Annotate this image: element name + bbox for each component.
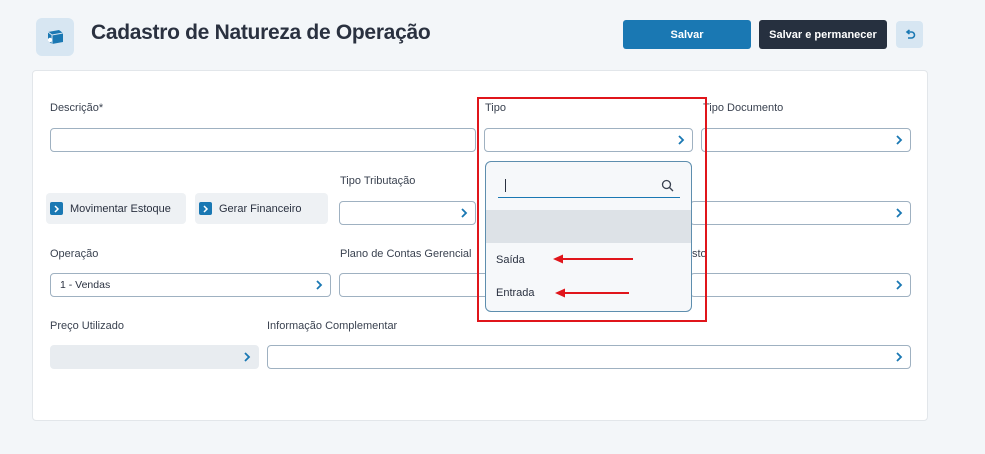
movimentar-estoque-label: Movimentar Estoque [70, 202, 171, 215]
row3-right-select[interactable] [690, 273, 911, 297]
chevron-right-icon [894, 280, 904, 290]
movimentar-estoque-toggle[interactable]: Movimentar Estoque [46, 193, 186, 224]
tipo-documento-select[interactable] [701, 128, 911, 152]
chevron-right-icon [894, 135, 904, 145]
operacao-label: Operação [50, 248, 99, 260]
save-and-stay-button[interactable]: Salvar e permanecer [759, 20, 887, 49]
info-input[interactable] [267, 345, 911, 369]
chevron-right-icon [50, 202, 63, 215]
chevron-right-icon [242, 352, 252, 362]
gerar-financeiro-toggle[interactable]: Gerar Financeiro [195, 193, 328, 224]
box-icon [36, 18, 74, 56]
row3-right-label: sto [692, 248, 707, 260]
dropdown-option-saida[interactable]: Saída [496, 254, 525, 266]
dropdown-empty-option[interactable] [486, 210, 691, 243]
preco-label: Preço Utilizado [50, 320, 124, 332]
row2-right-select[interactable] [690, 201, 911, 225]
plano-contas-select[interactable] [339, 273, 489, 297]
undo-icon[interactable] [896, 21, 923, 48]
plano-contas-label: Plano de Contas Gerencial [340, 248, 472, 260]
dropdown-option-entrada[interactable]: Entrada [496, 287, 535, 299]
dropdown-search-input[interactable] [498, 176, 680, 198]
preco-select [50, 345, 259, 369]
tipo-documento-label: Tipo Documento [703, 102, 784, 114]
operacao-value: 1 - Vendas [60, 279, 111, 291]
arrow-icon [555, 288, 629, 298]
tipo-tributacao-label: Tipo Tributação [340, 175, 416, 187]
chevron-right-icon [199, 202, 212, 215]
tipo-label: Tipo [485, 102, 506, 114]
operacao-select[interactable]: 1 - Vendas [50, 273, 331, 297]
descricao-label: Descrição* [50, 102, 104, 114]
tipo-select[interactable] [484, 128, 693, 152]
search-icon [661, 179, 674, 197]
text-caret [505, 179, 506, 192]
chevron-right-icon [314, 280, 324, 290]
info-label: Informação Complementar [267, 320, 398, 332]
gerar-financeiro-label: Gerar Financeiro [219, 202, 302, 215]
chevron-right-icon [894, 352, 904, 362]
chevron-right-icon [676, 135, 686, 145]
arrow-icon [553, 254, 633, 264]
chevron-right-icon [894, 208, 904, 218]
save-button[interactable]: Salvar [623, 20, 751, 49]
chevron-right-icon [459, 208, 469, 218]
descricao-input[interactable] [50, 128, 476, 152]
tipo-tributacao-select[interactable] [339, 201, 476, 225]
page-title: Cadastro de Natureza de Operação [91, 21, 431, 44]
